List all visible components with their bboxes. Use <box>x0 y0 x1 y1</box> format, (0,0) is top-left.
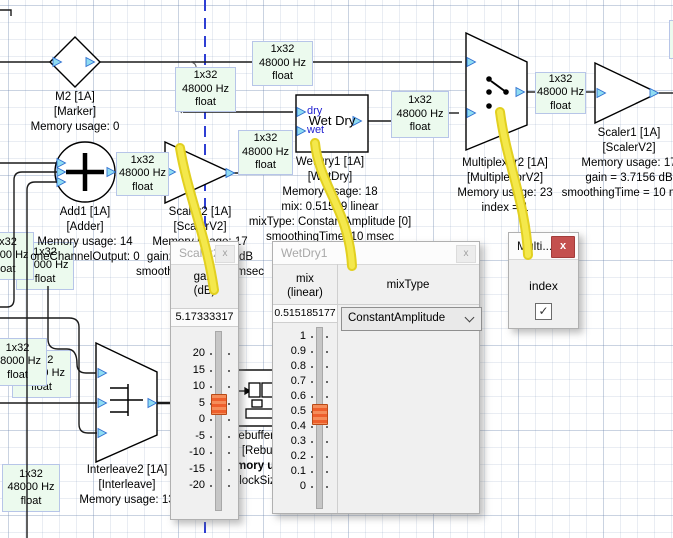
mix-value-field[interactable]: 0.515185177 <box>273 304 337 323</box>
close-icon[interactable]: x <box>215 245 235 263</box>
mixtype-param-label: mixType <box>337 278 479 292</box>
tick-dot <box>228 403 230 405</box>
tick-dot <box>326 471 328 473</box>
mixtype-selected-value: ConstantAmplitude <box>348 312 445 324</box>
wire-add1-in3[interactable] <box>27 182 57 538</box>
tick-dot <box>311 396 313 398</box>
gain-slider-handle[interactable] <box>211 394 227 415</box>
tick-dot <box>326 426 328 428</box>
scaler2-panel-title: Scaler2 <box>179 246 220 260</box>
multi-panel-title: Multi... <box>517 239 552 253</box>
mixtype-dropdown[interactable]: ConstantAmplitude <box>341 307 482 331</box>
tick-label: 0.7 <box>276 375 306 387</box>
tick-dot <box>326 336 328 338</box>
tick-label: 15 <box>175 364 205 376</box>
tick-dot <box>210 469 212 471</box>
tick-dot <box>311 336 313 338</box>
tick-label: -10 <box>175 446 205 458</box>
tick-label: 0.6 <box>276 390 306 402</box>
tick-label: 0 <box>276 480 306 492</box>
patch-canvas[interactable]: Wet Dry dry wet Scaler2 x gain(dB) 5.173… <box>0 0 673 538</box>
tick-dot <box>228 436 230 438</box>
scaler2-parameter-panel[interactable]: Scaler2 x gain(dB) 5.17333317 20 15 10 5 0 -5… <box>170 241 239 520</box>
tick-label: 1 <box>276 330 306 342</box>
tick-label: 0.5 <box>276 405 306 417</box>
tick-label: 20 <box>175 347 205 359</box>
tick-dot <box>326 396 328 398</box>
chevron-down-icon <box>465 313 475 323</box>
tick-dot <box>210 485 212 487</box>
wetdry1-parameter-panel[interactable]: WetDry1 x mix(linear) 0.515185177 1 0.9 0.… <box>272 241 480 514</box>
tick-dot <box>228 370 230 372</box>
tick-label: -15 <box>175 463 205 475</box>
tick-dot <box>228 353 230 355</box>
tick-label: -20 <box>175 479 205 491</box>
close-icon[interactable]: x <box>551 236 575 258</box>
tick-dot <box>210 353 212 355</box>
tick-label: 0.8 <box>276 360 306 372</box>
multiplexor2-parameter-panel[interactable]: Multi... x index ✓ <box>508 232 579 329</box>
wetdry1-panel-titlebar[interactable]: WetDry1 x <box>273 242 479 265</box>
tick-label: 0.2 <box>276 450 306 462</box>
tick-dot <box>228 386 230 388</box>
gain-value-field[interactable]: 5.17333317 <box>171 308 238 327</box>
tick-label: 0.1 <box>276 465 306 477</box>
wetdry1-panel-title: WetDry1 <box>281 246 327 260</box>
tick-dot <box>311 426 313 428</box>
index-param-label: index <box>509 279 578 293</box>
tick-dot <box>228 452 230 454</box>
scaler2-panel-titlebar[interactable]: Scaler2 x <box>171 242 238 265</box>
tick-dot <box>326 441 328 443</box>
tick-dot <box>210 436 212 438</box>
tick-label: 0 <box>175 413 205 425</box>
tick-label: 0.9 <box>276 345 306 357</box>
header-divider <box>337 304 479 305</box>
mix-slider-handle[interactable] <box>312 404 328 425</box>
column-divider <box>337 264 338 513</box>
tick-dot <box>326 351 328 353</box>
mix-param-label: mix(linear) <box>273 272 337 300</box>
tick-dot <box>326 381 328 383</box>
tick-dot <box>210 386 212 388</box>
tick-dot <box>311 456 313 458</box>
gain-slider-track[interactable] <box>215 331 222 511</box>
tick-label: 0.3 <box>276 435 306 447</box>
tick-dot <box>326 366 328 368</box>
wire-interleave-in1[interactable] <box>48 286 96 373</box>
tick-label: -5 <box>175 430 205 442</box>
tick-dot <box>228 485 230 487</box>
multi-panel-titlebar[interactable]: Multi... x <box>509 233 578 260</box>
tick-dot <box>210 419 212 421</box>
tick-dot <box>311 351 313 353</box>
tick-dot <box>210 452 212 454</box>
gain-param-label: gain(dB) <box>171 270 238 298</box>
tick-dot <box>326 456 328 458</box>
tick-dot <box>326 486 328 488</box>
tick-label: 10 <box>175 380 205 392</box>
tick-label: 0.4 <box>276 420 306 432</box>
tick-label: 5 <box>175 397 205 409</box>
tick-dot <box>210 370 212 372</box>
tick-dot <box>311 366 313 368</box>
tick-dot <box>228 469 230 471</box>
tick-dot <box>311 471 313 473</box>
tick-dot <box>311 381 313 383</box>
tick-dot <box>311 441 313 443</box>
tick-dot <box>228 419 230 421</box>
close-icon[interactable]: x <box>456 245 476 263</box>
index-checkbox[interactable]: ✓ <box>535 303 552 320</box>
tick-dot <box>311 486 313 488</box>
